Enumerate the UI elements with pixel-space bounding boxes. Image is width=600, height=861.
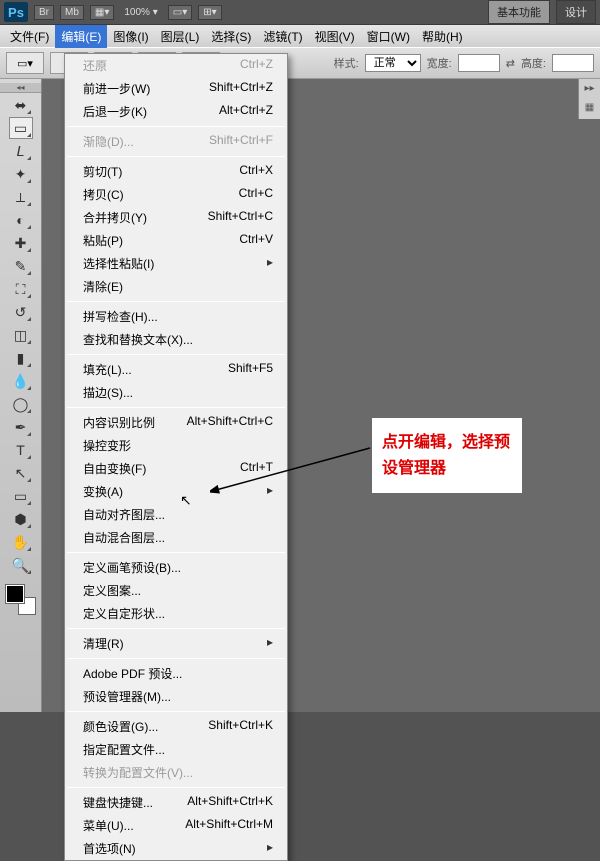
menu-item[interactable]: 首选项(N)▸ <box>65 837 287 860</box>
3d-tool[interactable]: ⬢ <box>9 508 33 530</box>
menu-item[interactable]: 预设管理器(M)... <box>65 685 287 708</box>
tools-panel: ◂◂ ⬌▭𝘓✦⟂◐✚✎⛶↺◫▮💧◯✒T↖▭⬢✋🔍 <box>0 79 42 712</box>
history-brush[interactable]: ↺ <box>9 301 33 323</box>
menu-layer[interactable]: 图层(L) <box>155 25 206 48</box>
workspace-design[interactable]: 设计 <box>556 0 596 24</box>
screen-mode-button[interactable]: ▦▾ <box>90 5 114 20</box>
edit-menu-dropdown: 还原Ctrl+Z前进一步(W)Shift+Ctrl+Z后退一步(K)Alt+Ct… <box>64 53 288 861</box>
move-tool[interactable]: ⬌ <box>9 94 33 116</box>
zoom-tool[interactable]: 🔍 <box>9 554 33 576</box>
ps-logo: Ps <box>4 2 28 22</box>
bridge-button[interactable]: Br <box>34 5 54 20</box>
tool-preset[interactable]: ▭▾ <box>6 52 44 74</box>
view-extras-button[interactable]: ▭▾ <box>168 5 192 20</box>
hand-tool[interactable]: ✋ <box>9 531 33 553</box>
menu-item[interactable]: 清除(E) <box>65 275 287 298</box>
menu-item[interactable]: 颜色设置(G)...Shift+Ctrl+K <box>65 715 287 738</box>
menu-image[interactable]: 图像(I) <box>107 25 154 48</box>
marquee-tool[interactable]: ▭ <box>9 117 33 139</box>
menu-item[interactable]: 内容识别比例Alt+Shift+Ctrl+C <box>65 411 287 434</box>
swap-icon[interactable]: ⇄ <box>506 57 515 70</box>
menu-item: 还原Ctrl+Z <box>65 54 287 77</box>
crop-tool[interactable]: ⟂ <box>9 186 33 208</box>
width-field[interactable] <box>458 54 500 72</box>
minibridge-button[interactable]: Mb <box>60 5 84 20</box>
blur-tool[interactable]: 💧 <box>9 370 33 392</box>
eraser-tool[interactable]: ◫ <box>9 324 33 346</box>
menu-item[interactable]: 操控变形 <box>65 434 287 457</box>
menu-item[interactable]: 键盘快捷键...Alt+Shift+Ctrl+K <box>65 791 287 814</box>
menu-item[interactable]: 前进一步(W)Shift+Ctrl+Z <box>65 77 287 100</box>
menu-item[interactable]: 清理(R)▸ <box>65 632 287 655</box>
menu-filter[interactable]: 滤镜(T) <box>257 25 308 48</box>
menu-view[interactable]: 视图(V) <box>309 25 361 48</box>
zoom-display[interactable]: 100% ▾ <box>120 7 161 18</box>
foreground-color[interactable] <box>6 585 24 603</box>
type-tool[interactable]: T <box>9 439 33 461</box>
menu-item[interactable]: 自动对齐图层... <box>65 503 287 526</box>
expand-icon[interactable]: ▸▸ <box>584 83 594 94</box>
eyedropper-tool[interactable]: ◐ <box>9 209 33 231</box>
menu-item[interactable]: 剪切(T)Ctrl+X <box>65 160 287 183</box>
path-tool[interactable]: ↖ <box>9 462 33 484</box>
menu-item[interactable]: 选择性粘贴(I)▸ <box>65 252 287 275</box>
shape-tool[interactable]: ▭ <box>9 485 33 507</box>
height-label: 高度: <box>521 55 546 71</box>
lasso-tool[interactable]: 𝘓 <box>9 140 33 162</box>
menu-item[interactable]: 定义画笔预设(B)... <box>65 556 287 579</box>
menu-item[interactable]: 变换(A)▸ <box>65 480 287 503</box>
pen-tool[interactable]: ✒ <box>9 416 33 438</box>
menu-item[interactable]: 查找和替换文本(X)... <box>65 328 287 351</box>
gradient-tool[interactable]: ▮ <box>9 347 33 369</box>
stamp-tool[interactable]: ⛶ <box>9 278 33 300</box>
arrange-button[interactable]: ⊞▾ <box>198 5 221 20</box>
menu-item[interactable]: 指定配置文件... <box>65 738 287 761</box>
menu-item[interactable]: 定义图案... <box>65 579 287 602</box>
menu-item[interactable]: 拷贝(C)Ctrl+C <box>65 183 287 206</box>
style-label: 样式: <box>334 55 359 71</box>
menu-item[interactable]: 拼写检查(H)... <box>65 305 287 328</box>
collapsed-panels[interactable]: ▸▸ ▦ <box>578 79 600 119</box>
width-label: 宽度: <box>427 55 452 71</box>
menu-item[interactable]: 描边(S)... <box>65 381 287 404</box>
annotation-callout: 点开编辑，选择预设管理器 <box>372 418 522 493</box>
menu-item[interactable]: 自动混合图层... <box>65 526 287 549</box>
color-swatches[interactable] <box>6 585 36 615</box>
menu-item[interactable]: 粘贴(P)Ctrl+V <box>65 229 287 252</box>
menu-window[interactable]: 窗口(W) <box>361 25 416 48</box>
menu-item[interactable]: 自由变换(F)Ctrl+T <box>65 457 287 480</box>
heal-tool[interactable]: ✚ <box>9 232 33 254</box>
workspace-basic[interactable]: 基本功能 <box>488 0 550 24</box>
app-top-strip: Ps Br Mb ▦▾ 100% ▾ ▭▾ ⊞▾ 基本功能 设计 <box>0 0 600 25</box>
menu-edit[interactable]: 编辑(E) <box>55 25 107 48</box>
menu-select[interactable]: 选择(S) <box>205 25 257 48</box>
style-select[interactable]: 正常 <box>365 54 421 72</box>
menu-help[interactable]: 帮助(H) <box>416 25 469 48</box>
brush-tool[interactable]: ✎ <box>9 255 33 277</box>
menu-bar: 文件(F) 编辑(E) 图像(I) 图层(L) 选择(S) 滤镜(T) 视图(V… <box>0 25 600 47</box>
panel-icon[interactable]: ▦ <box>585 102 594 113</box>
menu-item[interactable]: 合并拷贝(Y)Shift+Ctrl+C <box>65 206 287 229</box>
wand-tool[interactable]: ✦ <box>9 163 33 185</box>
menu-file[interactable]: 文件(F) <box>4 25 55 48</box>
menu-item[interactable]: Adobe PDF 预设... <box>65 662 287 685</box>
dodge-tool[interactable]: ◯ <box>9 393 33 415</box>
menu-item[interactable]: 后退一步(K)Alt+Ctrl+Z <box>65 100 287 123</box>
tools-collapse[interactable]: ◂◂ <box>0 83 41 93</box>
height-field[interactable] <box>552 54 594 72</box>
menu-item[interactable]: 定义自定形状... <box>65 602 287 625</box>
menu-item: 渐隐(D)...Shift+Ctrl+F <box>65 130 287 153</box>
menu-item[interactable]: 菜单(U)...Alt+Shift+Ctrl+M <box>65 814 287 837</box>
menu-item: 转换为配置文件(V)... <box>65 761 287 784</box>
menu-item[interactable]: 填充(L)...Shift+F5 <box>65 358 287 381</box>
